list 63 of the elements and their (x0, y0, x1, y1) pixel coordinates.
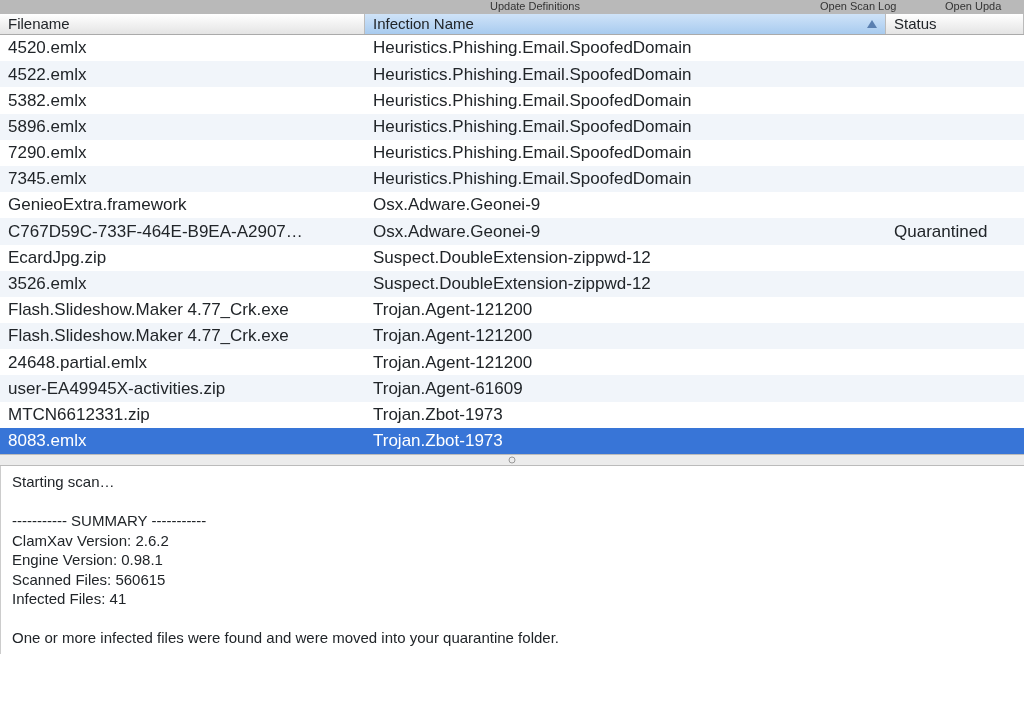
table-cell: Heuristics.Phishing.Email.SpoofedDomain (373, 90, 692, 110)
table-cell: Trojan.Zbot-1973 (373, 404, 503, 424)
table-cell: Quarantined (894, 221, 988, 241)
table-row[interactable]: Flash.Slideshow.Maker 4.77_Crk.exe Trojan.Agent-121200 (0, 323, 1024, 350)
table-cell: C767D59C-733F-464E-B9EA-A2907… (8, 221, 303, 241)
table-cell: Heuristics.Phishing.Email.SpoofedDomain (373, 64, 692, 84)
table-row[interactable]: MTCN6612331.zip Trojan.Zbot-1973 (0, 401, 1024, 428)
table-cell: Flash.Slideshow.Maker 4.77_Crk.exe (8, 300, 289, 320)
table-row[interactable]: 7290.emlx Heuristics.Phishing.Email.SpoofedDomain (0, 139, 1024, 166)
table-cell: Trojan.Agent-121200 (373, 326, 533, 346)
drag-handle-icon (508, 456, 516, 464)
table-row[interactable]: 4520.emlx Heuristics.Phishing.Email.SpoofedDomain (0, 35, 1024, 62)
table-row[interactable]: 5382.emlx Heuristics.Phishing.Email.SpoofedDomain (0, 87, 1024, 114)
log-line: One or more infected files were found and were moved into your quarantine folder. (12, 629, 559, 646)
table-cell: 24648.partial.emlx (8, 352, 147, 372)
table-cell: 7345.emlx (8, 169, 87, 189)
table-cell: 8083.emlx (8, 431, 87, 451)
table-cell: Heuristics.Phishing.Email.SpoofedDomain (373, 143, 692, 163)
table-cell: Heuristics.Phishing.Email.SpoofedDomain (373, 38, 692, 58)
table-row[interactable]: 3526.emlx Suspect.DoubleExtension-zippwd-12 (0, 270, 1024, 297)
log-line: Engine Version: 0.98.1 (12, 551, 163, 568)
toolbar-button[interactable]: Update Definitions (490, 1, 580, 12)
log-line: ----------- SUMMARY ----------- (12, 512, 207, 529)
table-cell: EcardJpg.zip (8, 247, 107, 267)
table-cell: Heuristics.Phishing.Email.SpoofedDomain (373, 169, 692, 189)
sort-ascending-icon (867, 20, 877, 28)
toolbar-button[interactable]: Open Scan Log (820, 1, 897, 12)
toolbar-button[interactable]: Open Upda (945, 1, 1002, 12)
table-cell: Trojan.Zbot-1973 (373, 431, 503, 451)
table-cell: 4522.emlx (8, 64, 87, 84)
table-row[interactable]: 24648.partial.emlx Trojan.Agent-121200 (0, 349, 1024, 376)
table-cell: Heuristics.Phishing.Email.SpoofedDomain (373, 116, 692, 136)
table-row[interactable]: Flash.Slideshow.Maker 4.77_Crk.exe Trojan.Agent-121200 (0, 296, 1024, 324)
table-row[interactable]: 7345.emlx Heuristics.Phishing.Email.SpoofedDomain (0, 165, 1024, 193)
table-cell: MTCN6612331.zip (8, 404, 150, 424)
table-row[interactable]: C767D59C-733F-464E-B9EA-A2907… Osx.Adware.Geonei-9 Quarantined (0, 218, 1024, 245)
table-row[interactable]: 8083.emlx Trojan.Zbot-1973 (0, 427, 1024, 454)
table-row[interactable]: 4522.emlx Heuristics.Phishing.Email.SpoofedDomain (0, 61, 1024, 88)
table-cell: 5896.emlx (8, 116, 87, 136)
table-row[interactable]: user-EA49945X-activities.zip Trojan.Agent-61609 (0, 375, 1024, 402)
table-cell: Suspect.DoubleExtension-zippwd-12 (373, 247, 651, 267)
column-header[interactable]: Infection Name (365, 14, 886, 34)
table-cell: Suspect.DoubleExtension-zippwd-12 (373, 274, 651, 294)
table-cell: 7290.emlx (8, 143, 87, 163)
table-cell: GenieoExtra.framework (8, 195, 187, 215)
table-cell: Osx.Adware.Geonei-9 (373, 221, 541, 241)
table-cell: 5382.emlx (8, 90, 87, 110)
table-row[interactable]: GenieoExtra.framework Osx.Adware.Geonei-9 (0, 192, 1024, 219)
table-cell: Flash.Slideshow.Maker 4.77_Crk.exe (8, 326, 289, 346)
log-line: ClamXav Version: 2.6.2 (12, 531, 169, 549)
table-cell: user-EA49945X-activities.zip (8, 378, 226, 398)
log-line: Starting scan… (12, 473, 115, 490)
table-cell: 3526.emlx (8, 274, 87, 294)
table-cell: Trojan.Agent-61609 (373, 378, 523, 398)
table-row[interactable]: 5896.emlx Heuristics.Phishing.Email.SpoofedDomain (0, 113, 1024, 140)
table-cell: 4520.emlx (8, 38, 87, 58)
table-row[interactable]: EcardJpg.zip Suspect.DoubleExtension-zippwd-12 (0, 244, 1024, 271)
log-line: Infected Files: 41 (12, 590, 127, 607)
table-cell: Trojan.Agent-121200 (373, 300, 533, 320)
table-cell: Osx.Adware.Geonei-9 (373, 195, 541, 215)
column-header[interactable]: Status (886, 14, 1024, 34)
log-line: Scanned Files: 560615 (12, 570, 166, 588)
table-cell: Trojan.Agent-121200 (373, 352, 533, 372)
